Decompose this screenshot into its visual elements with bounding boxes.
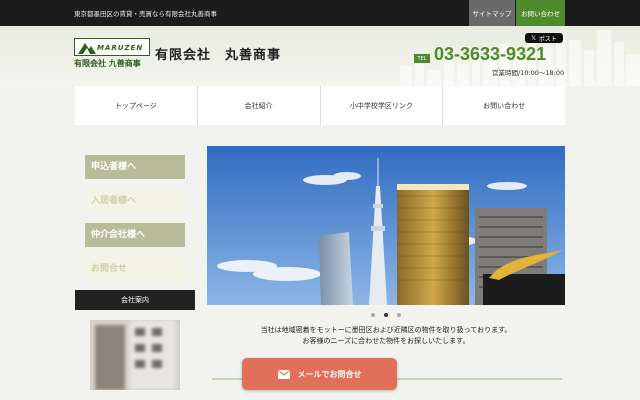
about-text: 当社は地域密着をモットーに墨田区および近隣区の物件を取り扱っております。 お客様… bbox=[207, 325, 565, 347]
office-building-photo bbox=[90, 320, 180, 390]
about-line-2: お客様のニーズに合わせた物件をお探しいたします。 bbox=[302, 337, 470, 345]
top-contact-link[interactable]: お問い合わせ bbox=[516, 0, 565, 26]
envelope-icon bbox=[277, 369, 290, 379]
sidebar-brokers-button[interactable]: 仲介会社様へ bbox=[85, 223, 185, 247]
mail-inquiry-button[interactable]: メールでお問合せ bbox=[242, 358, 397, 390]
logo-mark-icon bbox=[78, 43, 96, 54]
sidebar-inquiry-button[interactable]: お問合せ bbox=[85, 257, 185, 281]
logo-brand-text: MARUZEN bbox=[97, 44, 144, 52]
x-post-button[interactable]: 𝕏 ポスト bbox=[525, 33, 563, 43]
mail-inquiry-label: メールでお問合せ bbox=[297, 369, 362, 379]
hero-slider-image[interactable] bbox=[207, 146, 565, 305]
slider-dot-2[interactable] bbox=[384, 313, 388, 317]
top-bar: 東京都墨田区の賃貸・売買なら有限会社丸善商事 サイトマップ お問い合わせ bbox=[0, 0, 640, 26]
x-post-label: ポスト bbox=[538, 35, 557, 43]
x-logo-icon: 𝕏 bbox=[531, 34, 536, 42]
sidebar-residents-button[interactable]: 入居者様へ bbox=[85, 189, 185, 213]
logo-japanese-text: 有限会社 九善商事 bbox=[74, 59, 141, 68]
slider-dot-3[interactable] bbox=[397, 313, 401, 317]
nav-item-top[interactable]: トップページ bbox=[75, 86, 198, 125]
nav-item-contact[interactable]: お問い合わせ bbox=[443, 86, 565, 125]
nav-item-school-links[interactable]: 小中学校学区リンク bbox=[321, 86, 444, 125]
sitemap-link[interactable]: サイトマップ bbox=[469, 0, 515, 26]
logo-frame: MARUZEN bbox=[74, 38, 150, 56]
company-logo[interactable]: MARUZEN 有限会社 九善商事 bbox=[74, 38, 150, 70]
business-hours: 営業時間/10:00～18:00 bbox=[492, 69, 565, 77]
sidebar-company-heading: 会社案内 bbox=[75, 290, 195, 310]
company-name: 有限会社 丸善商事 bbox=[155, 48, 282, 63]
site-tagline: 東京都墨田区の賃貸・売買なら有限会社丸善商事 bbox=[74, 10, 217, 18]
slider-pagination bbox=[207, 308, 565, 322]
about-line-1: 当社は地域密着をモットーに墨田区および近隣区の物件を取り扱っております。 bbox=[260, 326, 512, 334]
main-nav: トップページ 会社紹介 小中学校学区リンク お問い合わせ bbox=[75, 86, 565, 125]
nav-item-company[interactable]: 会社紹介 bbox=[198, 86, 321, 125]
slider-dot-1[interactable] bbox=[371, 313, 375, 317]
tel-badge: TEL bbox=[414, 54, 430, 63]
phone-number[interactable]: 03-3633-9321 bbox=[434, 44, 546, 65]
sidebar-applicants-button[interactable]: 申込者様へ bbox=[85, 155, 185, 179]
